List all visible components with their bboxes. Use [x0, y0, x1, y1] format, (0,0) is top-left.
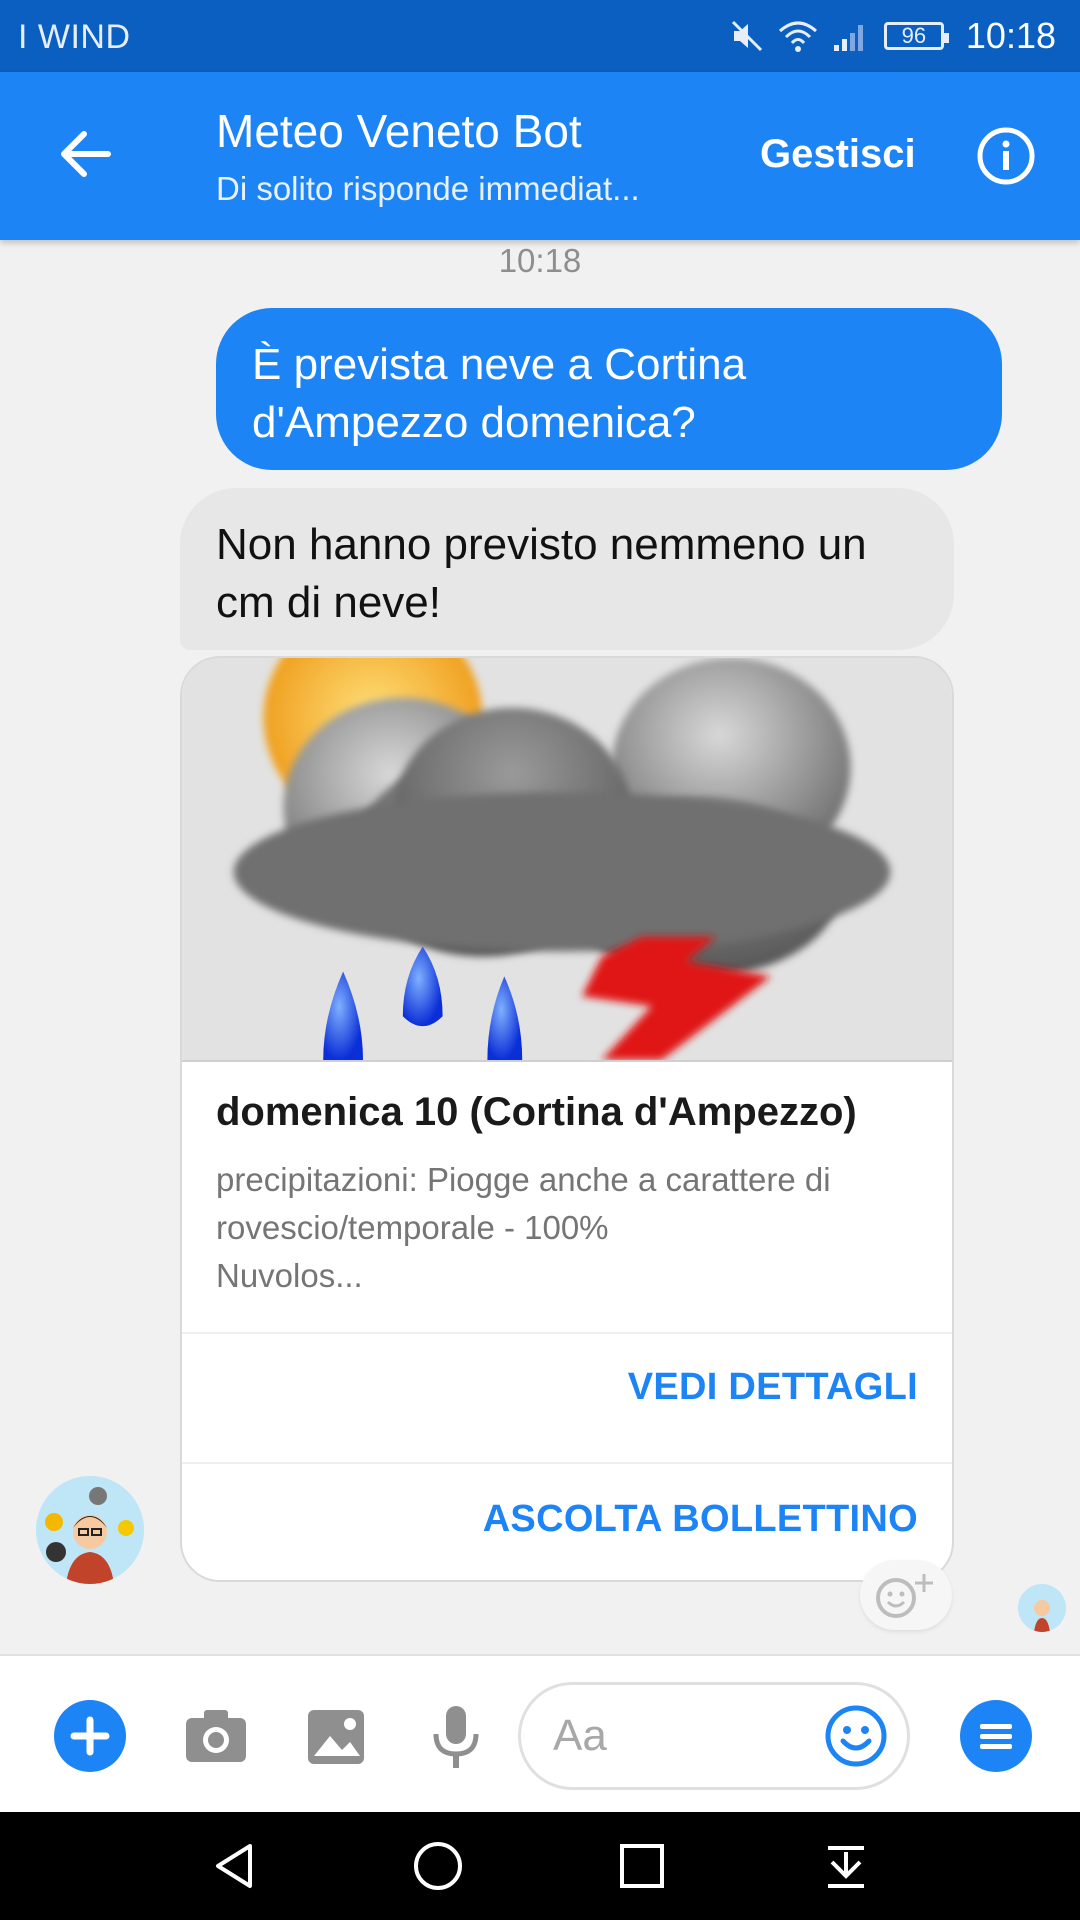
conversation-header: Meteo Veneto Bot Di solito risponde imme… — [0, 72, 1080, 240]
incoming-message[interactable]: Non hanno previsto nemmeno un cm di neve… — [180, 488, 954, 650]
seen-avatar-image — [1018, 1584, 1066, 1632]
card-divider — [182, 1462, 952, 1464]
menu-icon[interactable] — [958, 1698, 1034, 1774]
forecast-card: domenica 10 (Cortina d'Ampezzo) precipit… — [180, 656, 954, 1582]
card-divider — [182, 1332, 952, 1334]
wifi-icon — [778, 21, 817, 52]
message-input-placeholder: Aa — [553, 1711, 607, 1760]
signal-icon — [833, 25, 863, 51]
system-navigation-bar — [0, 1812, 1080, 1920]
card-description-line: precipitazioni: Piogge anche a carattere… — [216, 1161, 831, 1198]
manage-button[interactable]: Gestisci — [760, 132, 916, 177]
card-description: precipitazioni: Piogge anche a carattere… — [216, 1156, 916, 1300]
outgoing-message[interactable]: È prevista neve a Cortina d'Ampezzo dome… — [216, 308, 1002, 470]
card-description-line: rovescio/temporale - 100% — [216, 1209, 609, 1246]
status-icons: 96 10:18 — [730, 14, 1056, 58]
bot-avatar[interactable] — [36, 1476, 144, 1584]
message-composer: Aa — [0, 1654, 1080, 1812]
microphone-icon[interactable] — [418, 1698, 494, 1774]
listen-bulletin-button[interactable]: ASCOLTA BOLLETTINO — [483, 1498, 918, 1541]
message-input[interactable]: Aa — [518, 1682, 910, 1790]
details-button[interactable]: VEDI DETTAGLI — [628, 1366, 918, 1409]
notifications-pull-down-icon[interactable] — [818, 1838, 874, 1894]
camera-icon[interactable] — [178, 1698, 254, 1774]
back-triangle-icon[interactable] — [206, 1838, 262, 1894]
emoji-icon[interactable] — [823, 1703, 889, 1769]
bot-avatar-image — [36, 1476, 144, 1584]
seen-avatar — [1018, 1584, 1066, 1632]
plus-icon[interactable] — [52, 1698, 128, 1774]
add-reaction-icon — [876, 1574, 933, 1618]
reaction-button[interactable] — [860, 1560, 952, 1630]
arrow-left-icon[interactable] — [54, 122, 118, 186]
info-icon[interactable] — [976, 126, 1036, 186]
carrier-name: I WIND — [18, 18, 131, 56]
status-time: 10:18 — [965, 15, 1056, 56]
card-title: domenica 10 (Cortina d'Ampezzo) — [216, 1090, 857, 1134]
conversation-subtitle: Di solito risponde immediat... — [216, 170, 640, 207]
battery-level: 96 — [901, 23, 927, 48]
mute-icon — [731, 20, 762, 52]
home-circle-icon[interactable] — [410, 1838, 466, 1894]
recents-square-icon[interactable] — [614, 1838, 670, 1894]
card-description-line: Nuvolos... — [216, 1257, 363, 1294]
conversation-title[interactable]: Meteo Veneto Bot — [216, 104, 582, 158]
battery-indicator: 96 — [883, 22, 949, 50]
message-timestamp: 10:18 — [498, 242, 582, 279]
weather-storm-image[interactable] — [182, 658, 952, 1062]
status-bar: I WIND 96 10:18 — [0, 0, 1080, 72]
image-icon[interactable] — [298, 1698, 374, 1774]
